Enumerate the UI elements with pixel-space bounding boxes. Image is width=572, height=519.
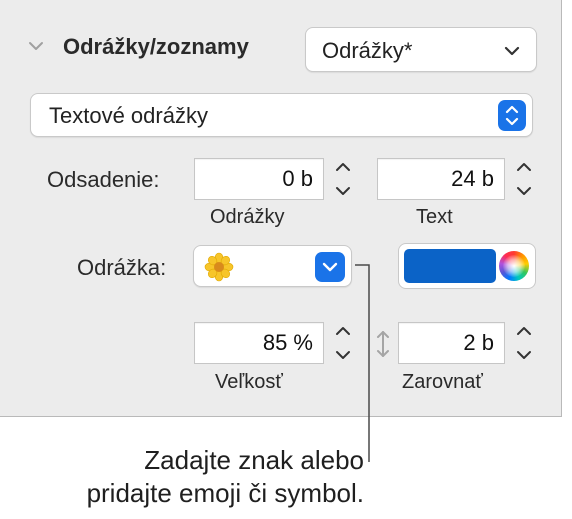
bullet-indent-field[interactable]: 0 b [194,158,324,200]
up-down-chevron-icon [498,100,526,131]
list-style-popup[interactable]: Odrážky* [305,27,537,72]
text-indent-stepper[interactable] [511,156,537,202]
bullet-type-popup[interactable]: Textové odrážky [30,93,533,137]
callout-line-1: Zadajte znak alebo [144,445,364,475]
size-field[interactable]: 85 % [194,322,324,364]
align-sublabel: Zarovnať [402,371,483,393]
align-stepper[interactable] [511,320,537,366]
size-value: 85 % [262,330,313,355]
flower-emoji-icon [204,252,234,282]
chevron-down-icon [504,46,520,56]
bullet-symbol-popup[interactable] [193,245,352,287]
bullet-indent-sublabel: Odrážky [210,206,285,228]
size-sublabel: Veľkosť [215,371,283,393]
text-indent-sublabel: Text [416,206,453,228]
align-field[interactable]: 2 b [398,322,505,364]
callout-line-2: pridajte emoji či symbol. [86,478,364,508]
indent-label: Odsadenie: [47,167,160,192]
bullet-label: Odrážka: [77,255,167,280]
bullets-lists-panel: Odrážky/zoznamy Odrážky* Textové odrážky… [0,0,562,417]
bullet-color-well[interactable] [398,243,536,289]
list-style-value: Odrážky* [322,38,413,63]
callout-text: Zadajte znak alebo pridajte emoji či sym… [87,444,364,510]
chevron-down-icon [315,252,345,282]
bullet-indent-stepper[interactable] [330,156,356,202]
bullet-indent-value: 0 b [282,166,313,191]
callout-leader-line [355,264,370,462]
align-value: 2 b [463,330,494,355]
text-indent-value: 24 b [451,166,494,191]
bullet-color-swatch[interactable] [404,249,496,283]
color-wheel-icon[interactable] [499,251,529,281]
disclosure-chevron-icon[interactable] [27,38,45,54]
bullet-type-value: Textové odrážky [49,103,208,128]
text-indent-field[interactable]: 24 b [377,158,505,200]
section-title: Odrážky/zoznamy [63,34,249,59]
